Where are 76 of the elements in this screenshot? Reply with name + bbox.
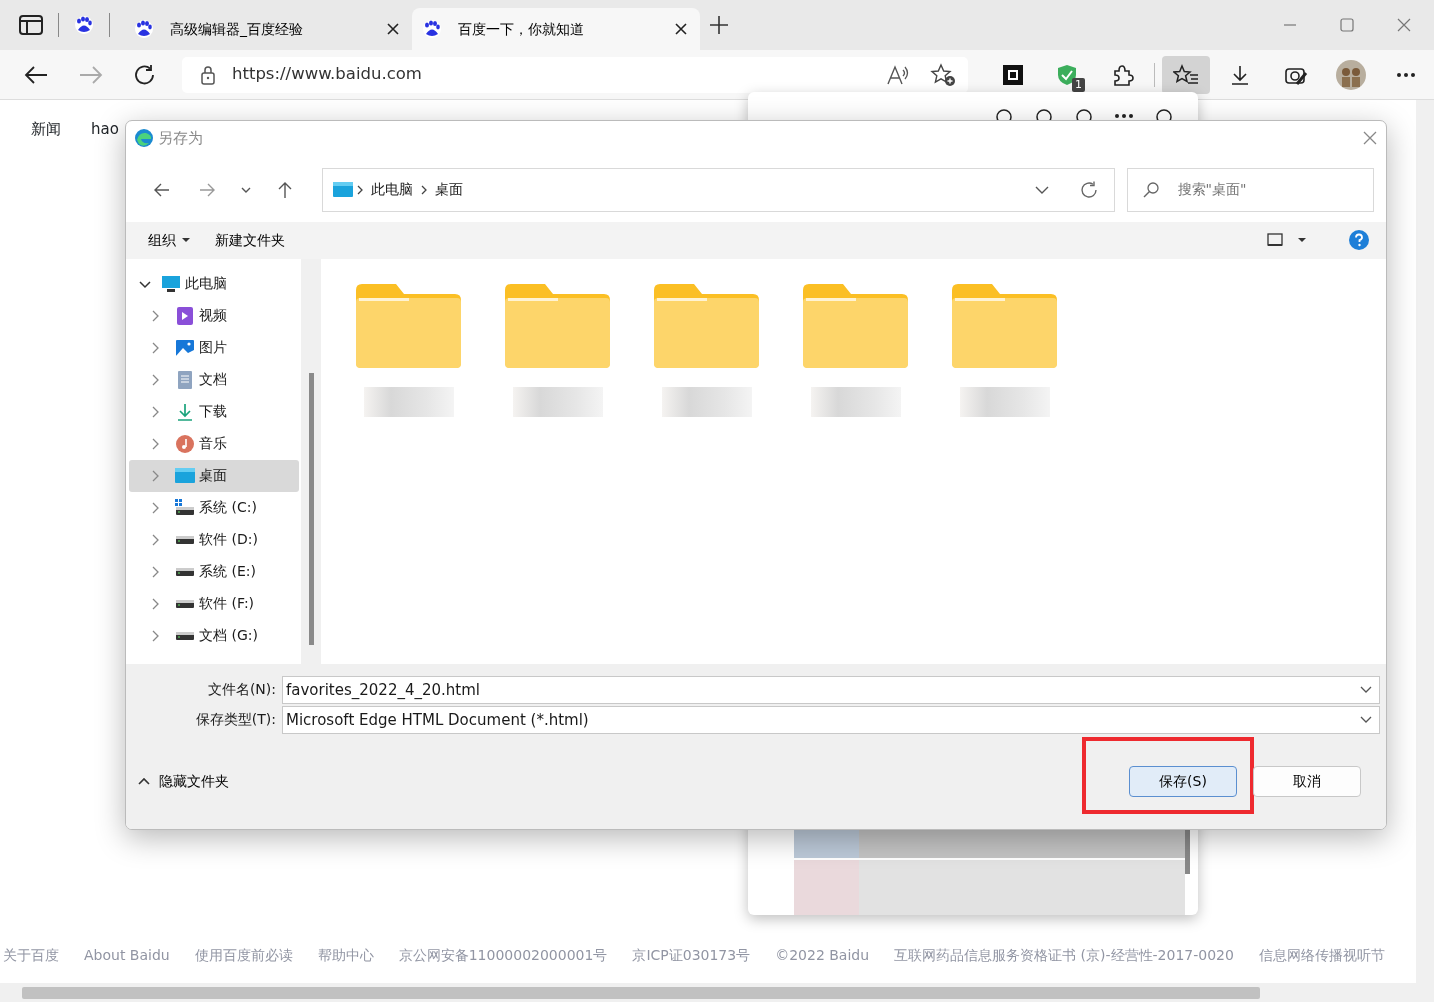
chevron-down-icon xyxy=(1360,715,1372,724)
search-input[interactable]: 搜索"桌面" xyxy=(1175,178,1356,202)
tree-item[interactable]: 系统 (E:) xyxy=(129,555,299,588)
dialog-button[interactable]: 保存(S) xyxy=(1129,765,1237,797)
file-type-select[interactable]: Microsoft Edge HTML Document (*.html) xyxy=(282,705,1380,734)
chevron-down-icon xyxy=(1360,685,1372,694)
tree-item[interactable]: 文档 (G:) xyxy=(129,619,299,652)
dialog-button[interactable]: 取消 xyxy=(1253,765,1361,797)
favorites-button[interactable] xyxy=(1162,55,1210,94)
browser-tab[interactable]: 百度一下，你就知道 xyxy=(412,8,700,50)
desktop-icon xyxy=(175,466,195,485)
caret-icon xyxy=(181,237,191,244)
breadcrumb-item[interactable]: 此电脑 xyxy=(370,179,413,201)
tree-item[interactable]: 视频 xyxy=(129,299,299,332)
tree-item[interactable]: 软件 (D:) xyxy=(129,523,299,556)
toolbar-button[interactable]: 组织 xyxy=(148,229,191,251)
caret-icon[interactable] xyxy=(1297,237,1307,244)
refresh-icon[interactable] xyxy=(133,63,157,86)
new-tab-icon[interactable] xyxy=(709,15,729,35)
search-field[interactable]: 搜索"桌面" xyxy=(1126,167,1374,212)
tree-item[interactable]: 下载 xyxy=(129,395,299,428)
desktop-icon xyxy=(332,181,353,198)
lock-icon xyxy=(200,64,216,85)
edge-logo-icon xyxy=(134,128,154,149)
read-aloud-icon[interactable] xyxy=(886,63,910,86)
tab-title: 高级编辑器_百度经验 xyxy=(170,19,304,39)
video-icon xyxy=(175,306,195,325)
address-bar[interactable]: 此电脑 桌面 xyxy=(321,167,1115,212)
music-icon xyxy=(175,434,195,453)
field-label: 保存类型(T): xyxy=(194,710,277,730)
download-icon xyxy=(175,402,195,421)
puzzle-icon[interactable] xyxy=(1111,63,1135,86)
dialog-title: 另存为 xyxy=(158,128,204,150)
tree-item[interactable]: 桌面 xyxy=(129,459,299,492)
field-label: 文件名(N): xyxy=(206,680,277,700)
paw-icon xyxy=(422,19,442,39)
drive-icon xyxy=(175,498,195,517)
tree-item[interactable]: 音乐 xyxy=(129,427,299,460)
view-icon[interactable] xyxy=(1267,233,1283,248)
count-badge: 1 xyxy=(1072,77,1085,92)
star-list-icon xyxy=(1173,63,1199,86)
close-icon[interactable] xyxy=(674,22,688,36)
address-bar[interactable]: https://www.baidu.com xyxy=(182,56,968,93)
nav-link[interactable]: hao xyxy=(91,118,119,141)
nav-link[interactable]: 新闻 xyxy=(31,118,61,141)
document-icon xyxy=(175,370,195,389)
vertical-scrollbar[interactable] xyxy=(1416,100,1434,1002)
breadcrumb-item[interactable]: 桌面 xyxy=(434,179,463,201)
tree-item[interactable]: 系统 (C:) xyxy=(129,491,299,524)
close-icon[interactable] xyxy=(386,22,400,36)
more-icon[interactable] xyxy=(1396,71,1416,78)
tree-item[interactable]: 软件 (F:) xyxy=(129,587,299,620)
computer-icon xyxy=(161,274,181,293)
tab-title: 百度一下，你就知道 xyxy=(458,19,585,39)
paw-icon xyxy=(134,19,154,39)
hide-folders-button[interactable]: 隐藏文件夹 xyxy=(138,770,229,792)
picture-icon xyxy=(175,338,195,357)
square-icon[interactable] xyxy=(1001,63,1025,86)
browser-tab[interactable]: 高级编辑器_百度经验 xyxy=(124,8,412,50)
back-icon[interactable] xyxy=(23,63,49,86)
help-icon[interactable] xyxy=(1349,230,1369,251)
avatar-icon[interactable] xyxy=(1336,59,1366,90)
tree-item[interactable]: 此电脑 xyxy=(129,267,299,300)
blurred-row xyxy=(794,860,859,915)
tree-item[interactable]: 文档 xyxy=(129,363,299,396)
file-name-field[interactable]: favorites_2022_4_20.html xyxy=(282,675,1380,704)
url-text: https://www.baidu.com xyxy=(232,63,423,86)
pinned-tab[interactable] xyxy=(73,14,95,36)
paw-icon xyxy=(74,15,94,35)
tree-item[interactable]: 图片 xyxy=(129,331,299,364)
maximize-icon[interactable] xyxy=(1338,17,1355,33)
blurred-row xyxy=(794,830,859,858)
toolbar-button[interactable]: 新建文件夹 xyxy=(215,229,285,251)
sidebar-icon[interactable] xyxy=(18,14,44,36)
chevron-up-icon xyxy=(138,777,150,786)
horizontal-scrollbar[interactable] xyxy=(0,983,1416,1002)
